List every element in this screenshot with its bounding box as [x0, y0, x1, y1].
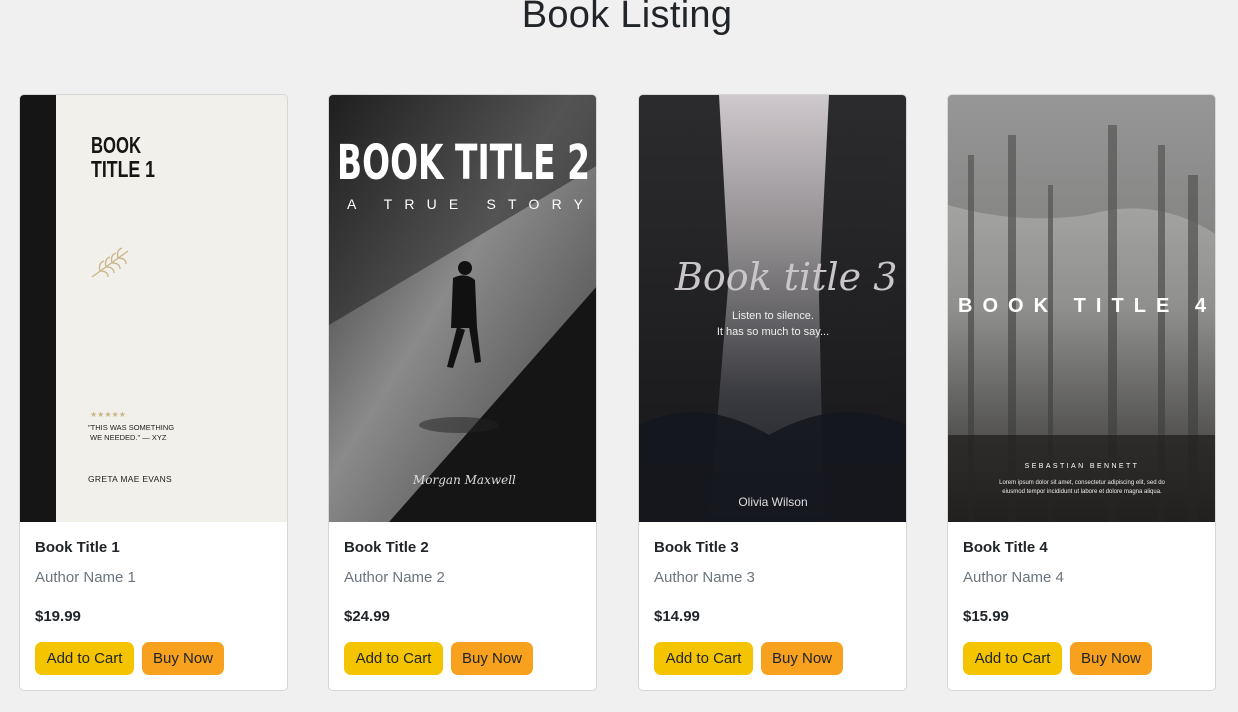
book-title: Book Title 4	[963, 539, 1048, 556]
cover-author: SEBASTIAN BENNETT	[1025, 463, 1140, 470]
book-cover-image[interactable]: BOOK TITLE 4 SEBASTIAN BENNETT Lorem ips…	[948, 95, 1215, 522]
cover-quote-line1: "THIS WAS SOMETHING	[88, 423, 174, 432]
cover-author: GRETA MAE EVANS	[88, 474, 172, 484]
add-to-cart-button[interactable]: Add to Cart	[35, 642, 134, 675]
buy-now-button[interactable]: Buy Now	[761, 642, 843, 675]
cover-blurb-2: eiusmod tempor incididunt ut labore et d…	[1002, 489, 1162, 495]
book-cover-image[interactable]: BOOK TITLE 2 A TRUE STORY Morgan Maxwell	[329, 95, 596, 522]
buy-now-button[interactable]: Buy Now	[451, 642, 533, 675]
book-author: Author Name 2	[344, 569, 445, 586]
book-price: $24.99	[344, 608, 390, 625]
book-price: $15.99	[963, 608, 1009, 625]
rating-stars: ★★★★★	[90, 410, 126, 419]
cover-title-line2: TITLE 1	[91, 156, 155, 182]
book-author: Author Name 4	[963, 569, 1064, 586]
book-title: Book Title 2	[344, 539, 429, 556]
cover-title: BOOK TITLE 2	[337, 135, 590, 191]
book-card: Book title 3 Listen to silence. It has s…	[638, 94, 907, 691]
cover-author: Morgan Maxwell	[412, 473, 516, 487]
book-cover-image[interactable]: Book title 3 Listen to silence. It has s…	[639, 95, 906, 522]
cover-blurb-1: Lorem ipsum dolor sit amet, consectetur …	[999, 480, 1165, 486]
book-author: Author Name 3	[654, 569, 755, 586]
cover-author: Olivia Wilson	[738, 495, 807, 509]
cover-title: Book title 3	[674, 255, 897, 299]
book-price: $14.99	[654, 608, 700, 625]
cover-title-line1: BOOK	[91, 132, 141, 158]
book-title: Book Title 1	[35, 539, 120, 556]
book-title: Book Title 3	[654, 539, 739, 556]
book-card: BOOK TITLE 4 SEBASTIAN BENNETT Lorem ips…	[947, 94, 1216, 691]
cover-tagline-2: It has so much to say...	[717, 326, 829, 338]
buy-now-button[interactable]: Buy Now	[142, 642, 224, 675]
buy-now-button[interactable]: Buy Now	[1070, 642, 1152, 675]
cover-quote-line2: WE NEEDED." — XYZ	[90, 433, 167, 442]
book-card: BOOK TITLE 2 A TRUE STORY Morgan Maxwell…	[328, 94, 597, 691]
book-cover-image[interactable]: BOOK TITLE 1 ★★★★★ "THIS WAS SOMETHING W…	[20, 95, 287, 522]
add-to-cart-button[interactable]: Add to Cart	[963, 642, 1062, 675]
add-to-cart-button[interactable]: Add to Cart	[344, 642, 443, 675]
page-title: Book Listing	[521, 0, 733, 36]
cover-tagline-1: Listen to silence.	[732, 310, 814, 322]
book-author: Author Name 1	[35, 569, 136, 586]
add-to-cart-button[interactable]: Add to Cart	[654, 642, 753, 675]
book-price: $19.99	[35, 608, 81, 625]
book-card: BOOK TITLE 1 ★★★★★ "THIS WAS SOMETHING W…	[19, 94, 288, 691]
